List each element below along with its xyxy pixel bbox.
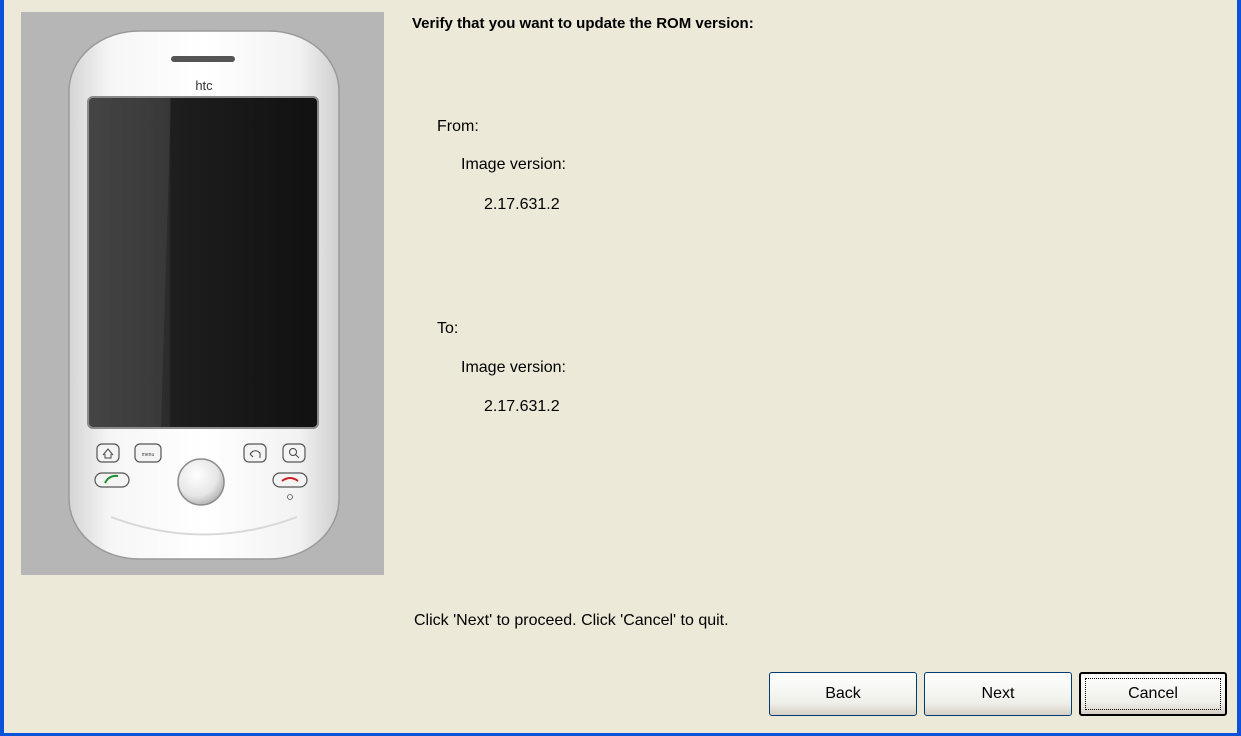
from-image-version-value: 2.17.631.2 <box>484 196 560 213</box>
menu-key-label: menu <box>142 452 155 458</box>
window-frame-left <box>0 0 4 736</box>
cancel-button[interactable]: Cancel <box>1079 672 1227 716</box>
trackball-icon <box>177 458 225 506</box>
next-button[interactable]: Next <box>924 672 1072 716</box>
next-button-label: Next <box>981 685 1015 702</box>
call-key-icon <box>94 472 130 488</box>
from-label: From: <box>437 118 479 135</box>
back-button[interactable]: Back <box>769 672 917 716</box>
to-image-version-label: Image version: <box>461 359 566 376</box>
back-button-label: Back <box>825 685 861 702</box>
window-frame-right <box>1237 0 1241 736</box>
to-label: To: <box>437 320 459 337</box>
speaker-grille <box>171 56 235 62</box>
htc-logo: htc <box>195 78 213 93</box>
back-key-icon <box>243 443 267 463</box>
htc-phone-illustration: htc menu <box>68 30 340 560</box>
from-image-version-label: Image version: <box>461 156 566 173</box>
to-image-version-value: 2.17.631.2 <box>484 398 560 415</box>
phone-image-panel: htc menu <box>21 12 384 575</box>
instruction-text: Click 'Next' to proceed. Click 'Cancel' … <box>414 612 729 629</box>
focus-rectangle <box>1085 678 1221 710</box>
screen-glare <box>89 98 171 427</box>
dialog-heading: Verify that you want to update the ROM v… <box>412 15 754 32</box>
home-key-icon <box>96 443 120 463</box>
search-key-icon <box>282 443 306 463</box>
end-call-key-icon <box>272 472 308 488</box>
